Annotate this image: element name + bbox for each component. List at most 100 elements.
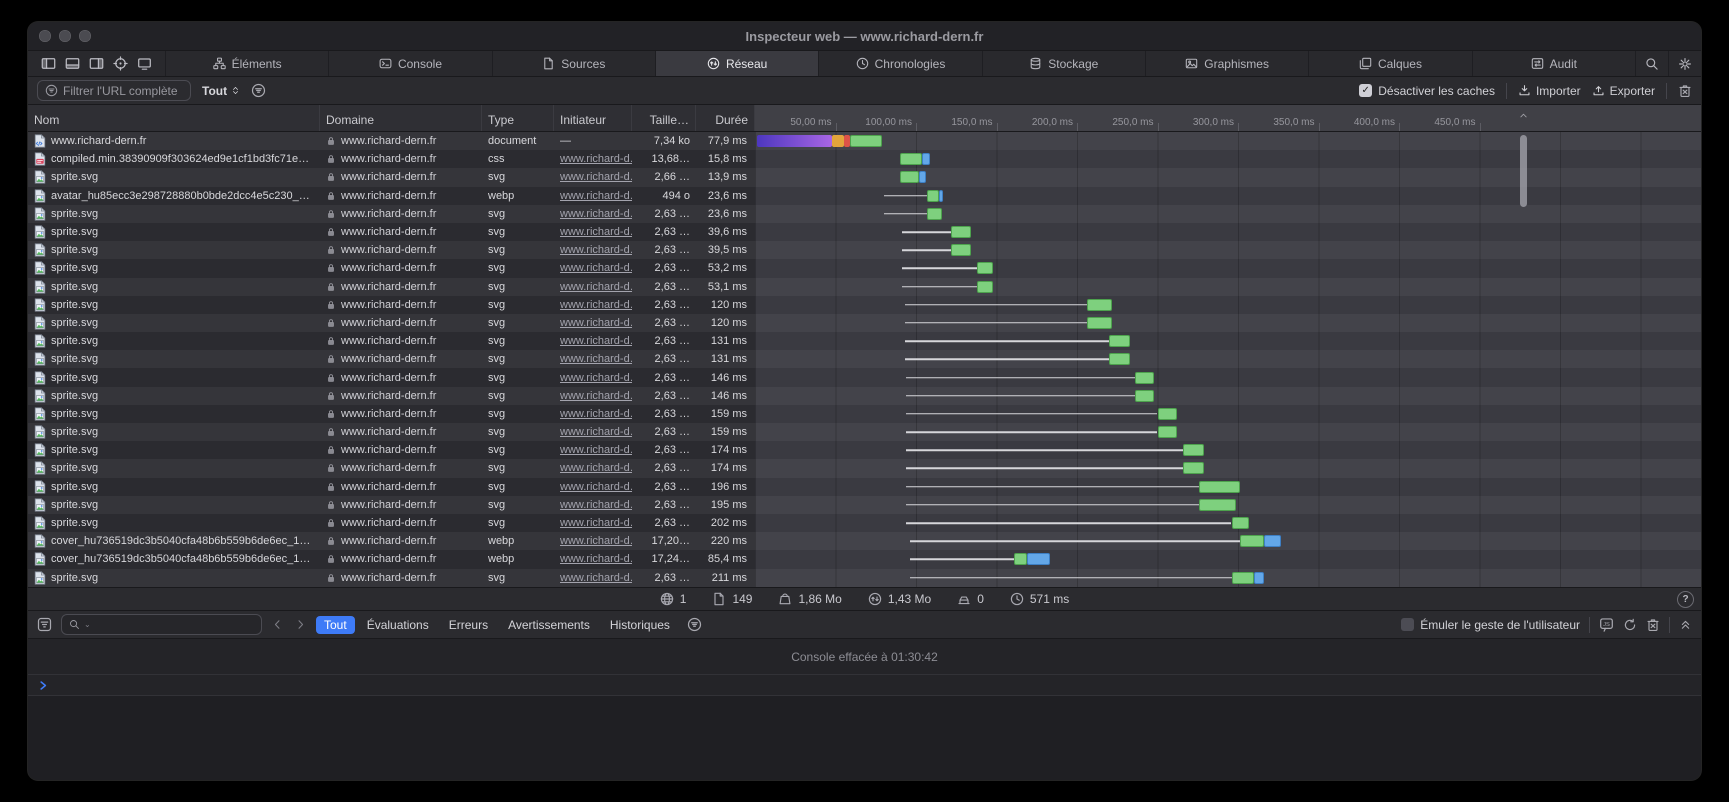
clear-network-button[interactable] <box>1678 84 1692 98</box>
table-row[interactable]: sprite.svgwww.richard-dern.frsvgwww.rich… <box>28 296 1701 314</box>
table-row[interactable]: sprite.svgwww.richard-dern.frsvgwww.rich… <box>28 278 1701 296</box>
settings-button[interactable] <box>1668 51 1701 76</box>
show-javascript-bubble-button[interactable]: JS <box>1599 617 1614 632</box>
resource-initiator[interactable]: www.richard-d… <box>560 335 632 347</box>
console-tab-avertissements[interactable]: Avertissements <box>500 616 598 634</box>
column-header-duree[interactable]: Durée <box>696 105 755 131</box>
column-header-initiateur[interactable]: Initiateur <box>554 105 632 131</box>
resource-initiator[interactable]: www.richard-d… <box>560 317 632 329</box>
table-row[interactable]: sprite.svgwww.richard-dern.frsvgwww.rich… <box>28 496 1701 514</box>
tab-calques[interactable]: Calques <box>1308 51 1471 76</box>
table-row[interactable]: sprite.svgwww.richard-dern.frsvgwww.rich… <box>28 223 1701 241</box>
table-row[interactable]: cover_hu736519dc3b5040cfa48b6b559b6de6ec… <box>28 532 1701 550</box>
tab-audit[interactable]: Audit <box>1472 51 1635 76</box>
table-row[interactable]: sprite.svgwww.richard-dern.frsvgwww.rich… <box>28 205 1701 223</box>
filter-options-button[interactable] <box>251 83 266 98</box>
resource-initiator[interactable]: www.richard-d… <box>560 426 632 438</box>
resource-initiator[interactable]: www.richard-d… <box>560 262 632 274</box>
table-row[interactable]: sprite.svgwww.richard-dern.frsvgwww.rich… <box>28 423 1701 441</box>
column-header-taille-[interactable]: Taille… <box>632 105 696 131</box>
resource-initiator[interactable]: www.richard-d… <box>560 208 632 220</box>
expand-console-button[interactable] <box>1679 618 1692 631</box>
tab-chronologies[interactable]: Chronologies <box>818 51 981 76</box>
tab-stockage[interactable]: Stockage <box>982 51 1145 76</box>
tab-graphismes[interactable]: Graphismes <box>1145 51 1308 76</box>
resource-initiator[interactable]: www.richard-d… <box>560 372 632 384</box>
url-filter-input[interactable]: Filtrer l'URL complète <box>37 80 191 101</box>
table-row[interactable]: sprite.svgwww.richard-dern.frsvgwww.rich… <box>28 259 1701 277</box>
resource-initiator[interactable]: www.richard-d… <box>560 244 632 256</box>
resource-initiator[interactable]: www.richard-d… <box>560 481 632 493</box>
disable-caches-checkbox[interactable]: ✓ <box>1359 84 1372 97</box>
js-bubble-icon: JS <box>1599 617 1614 632</box>
resource-initiator[interactable]: www.richard-d… <box>560 281 632 293</box>
resource-initiator[interactable]: www.richard-d… <box>560 572 632 584</box>
console-tab-erreurs[interactable]: Erreurs <box>441 616 496 634</box>
disable-caches-toggle[interactable]: ✓ Désactiver les caches <box>1359 84 1495 98</box>
dock-bottom-icon[interactable] <box>65 56 80 71</box>
column-header-type[interactable]: Type <box>482 105 554 131</box>
column-header-domaine[interactable]: Domaine <box>320 105 482 131</box>
resource-initiator[interactable]: www.richard-d… <box>560 408 632 420</box>
vertical-scrollbar[interactable] <box>1520 135 1527 207</box>
tab-console[interactable]: Console <box>328 51 491 76</box>
table-row[interactable]: sprite.svgwww.richard-dern.frsvgwww.rich… <box>28 569 1701 587</box>
resource-initiator[interactable]: www.richard-d… <box>560 226 632 238</box>
search-button[interactable] <box>1636 51 1668 76</box>
emulate-user-gesture-toggle[interactable]: Émuler le geste de l'utilisateur <box>1401 618 1580 632</box>
emulate-user-gesture-checkbox[interactable] <box>1401 618 1414 631</box>
table-row[interactable]: sprite.svgwww.richard-dern.frsvgwww.rich… <box>28 314 1701 332</box>
resource-initiator[interactable]: www.richard-d… <box>560 390 632 402</box>
console-prompt[interactable] <box>28 675 1701 696</box>
export-button[interactable]: Exporter <box>1592 84 1655 98</box>
table-row[interactable]: www.richard-dern.frwww.richard-dern.frdo… <box>28 132 1701 150</box>
table-row[interactable]: sprite.svgwww.richard-dern.frsvgwww.rich… <box>28 350 1701 368</box>
help-button[interactable]: ? <box>1677 591 1694 608</box>
table-row[interactable]: sprite.svgwww.richard-dern.frsvgwww.rich… <box>28 368 1701 386</box>
previous-result-button[interactable] <box>271 618 284 631</box>
resource-initiator[interactable]: www.richard-d… <box>560 353 632 365</box>
console-filter-button[interactable] <box>37 617 52 632</box>
resource-initiator[interactable]: www.richard-d… <box>560 553 632 565</box>
console-tab-tout[interactable]: Tout <box>316 616 355 634</box>
table-row[interactable]: sprite.svgwww.richard-dern.frsvgwww.rich… <box>28 459 1701 477</box>
table-row[interactable]: compiled.min.38390909f303624ed9e1cf1bd3f… <box>28 150 1701 168</box>
resource-initiator[interactable]: www.richard-d… <box>560 462 632 474</box>
tab-sources[interactable]: Sources <box>492 51 655 76</box>
reload-page-button[interactable] <box>1623 618 1637 632</box>
resource-initiator[interactable]: www.richard-d… <box>560 517 632 529</box>
dock-left-icon[interactable] <box>41 56 56 71</box>
table-row[interactable]: sprite.svgwww.richard-dern.frsvgwww.rich… <box>28 405 1701 423</box>
console-tab-historiques[interactable]: Historiques <box>602 616 678 634</box>
table-row[interactable]: sprite.svgwww.richard-dern.frsvgwww.rich… <box>28 514 1701 532</box>
resource-initiator[interactable]: www.richard-d… <box>560 444 632 456</box>
device-icon[interactable] <box>137 56 152 71</box>
table-row[interactable]: sprite.svgwww.richard-dern.frsvgwww.rich… <box>28 241 1701 259</box>
resource-initiator[interactable]: www.richard-d… <box>560 535 632 547</box>
table-row[interactable]: sprite.svgwww.richard-dern.frsvgwww.rich… <box>28 332 1701 350</box>
table-row[interactable]: cover_hu736519dc3b5040cfa48b6b559b6de6ec… <box>28 550 1701 568</box>
resource-type-select[interactable]: Tout <box>202 84 240 98</box>
resource-initiator[interactable]: www.richard-d… <box>560 171 632 183</box>
next-result-button[interactable] <box>294 618 307 631</box>
table-row[interactable]: sprite.svgwww.richard-dern.frsvgwww.rich… <box>28 478 1701 496</box>
tab-reseau[interactable]: Réseau <box>655 51 818 76</box>
inspect-target-icon[interactable] <box>113 56 128 71</box>
resource-initiator[interactable]: www.richard-d… <box>560 153 632 165</box>
clear-console-button[interactable] <box>1646 618 1660 632</box>
chevron-up-icon[interactable] <box>1518 110 1529 121</box>
import-button[interactable]: Importer <box>1518 84 1581 98</box>
table-row[interactable]: avatar_hu85ecc3e298728880b0bde2dcc4e5c23… <box>28 187 1701 205</box>
resource-initiator[interactable]: www.richard-d… <box>560 299 632 311</box>
console-sessions-button[interactable] <box>687 617 702 632</box>
table-row[interactable]: sprite.svgwww.richard-dern.frsvgwww.rich… <box>28 441 1701 459</box>
dock-right-icon[interactable] <box>89 56 104 71</box>
table-row[interactable]: sprite.svgwww.richard-dern.frsvgwww.rich… <box>28 168 1701 186</box>
table-row[interactable]: sprite.svgwww.richard-dern.frsvgwww.rich… <box>28 387 1701 405</box>
resource-initiator[interactable]: www.richard-d… <box>560 499 632 511</box>
resource-initiator[interactable]: www.richard-d… <box>560 190 632 202</box>
console-tab-evaluations[interactable]: Évaluations <box>359 616 437 634</box>
column-header-nom[interactable]: Nom <box>28 105 320 131</box>
console-search-input[interactable]: ⌄ <box>61 614 262 635</box>
tab-elements[interactable]: Éléments <box>165 51 328 76</box>
